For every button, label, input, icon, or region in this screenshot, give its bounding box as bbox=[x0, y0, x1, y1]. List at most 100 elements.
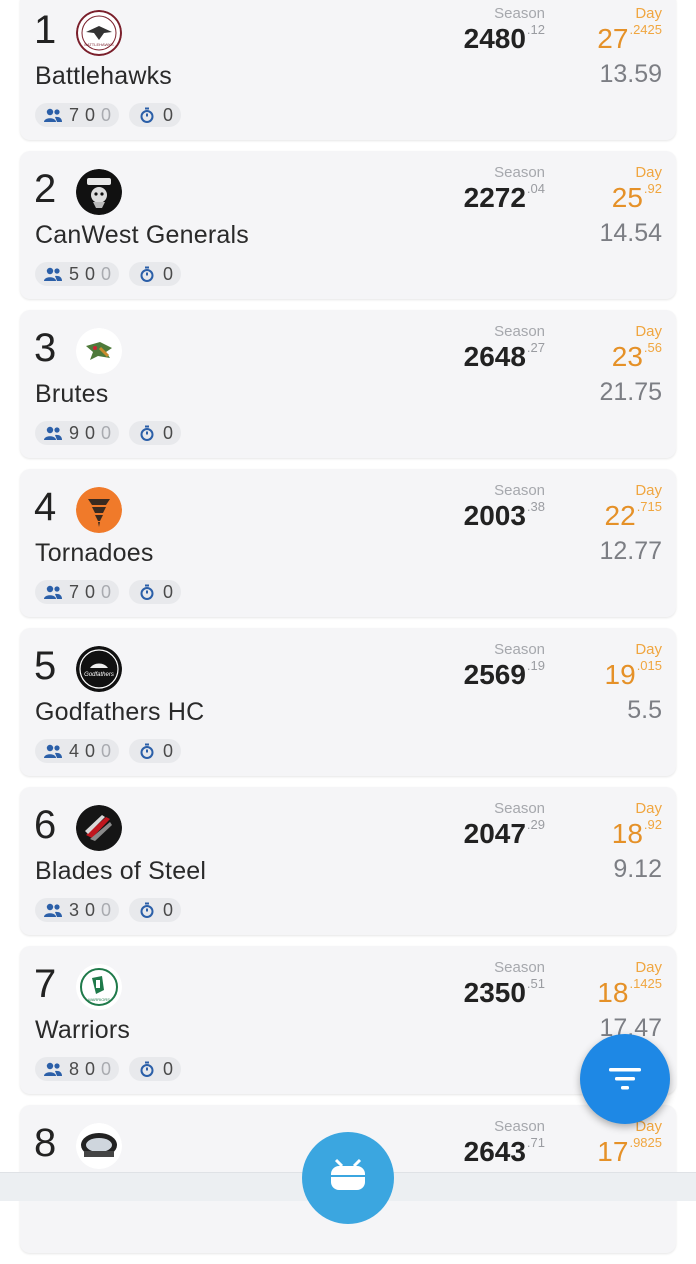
rank: 8 bbox=[34, 1121, 57, 1165]
timer-pill: 0 bbox=[129, 1057, 182, 1081]
day-score: 18.92 bbox=[611, 817, 662, 849]
roster-count-b: 0 bbox=[85, 581, 96, 602]
day-label: Day bbox=[635, 323, 662, 340]
average-score: 5.5 bbox=[627, 696, 662, 724]
filter-icon bbox=[609, 1068, 641, 1090]
roster-count-b: 0 bbox=[85, 899, 96, 920]
stopwatch-icon bbox=[140, 1061, 154, 1077]
blades-of-steel-logo-icon bbox=[76, 805, 122, 851]
timer-count: 0 bbox=[163, 899, 174, 920]
season-score: 2047.29 bbox=[463, 817, 545, 849]
roster-count-c: 0 bbox=[101, 581, 112, 602]
team-card[interactable]: 4 Tornadoes 700 0 Season 2003.38 Day 22.… bbox=[20, 469, 676, 617]
stopwatch-icon bbox=[140, 743, 154, 759]
average-score: 14.54 bbox=[599, 219, 662, 247]
team-name: Tornadoes bbox=[35, 539, 154, 567]
team-name: Warriors bbox=[35, 1016, 131, 1044]
team-card[interactable]: 7 WARRIORS Warriors 800 0 Season 2350.51… bbox=[20, 946, 676, 1094]
roster-count-c: 0 bbox=[101, 104, 112, 125]
roster-count-a: 8 bbox=[69, 1058, 80, 1079]
roster-count-b: 0 bbox=[85, 422, 96, 443]
filter-button[interactable] bbox=[580, 1034, 670, 1124]
users-icon bbox=[44, 426, 62, 440]
average-score: 9.12 bbox=[613, 855, 662, 883]
season-label: Season bbox=[494, 959, 545, 976]
rink-nav-button[interactable] bbox=[302, 1132, 394, 1224]
rank: 6 bbox=[34, 803, 57, 847]
day-score: 22.715 bbox=[604, 499, 662, 531]
brutes-logo-icon bbox=[76, 328, 122, 374]
roster-pill: 800 bbox=[35, 1057, 120, 1081]
season-label: Season bbox=[494, 323, 545, 340]
day-label: Day bbox=[635, 800, 662, 817]
users-icon bbox=[44, 744, 62, 758]
day-score: 17.9825 bbox=[597, 1135, 662, 1167]
roster-pill: 500 bbox=[35, 262, 120, 286]
roster-count-c: 0 bbox=[101, 422, 112, 443]
rank: 1 bbox=[34, 8, 57, 52]
season-label: Season bbox=[494, 641, 545, 658]
timer-pill: 0 bbox=[129, 898, 182, 922]
users-icon bbox=[44, 267, 62, 281]
rank: 3 bbox=[34, 326, 57, 370]
roster-pill: 700 bbox=[35, 580, 120, 604]
season-score: 2480.12 bbox=[463, 22, 545, 54]
stopwatch-icon bbox=[140, 107, 154, 123]
season-label: Season bbox=[494, 5, 545, 22]
team-name: Battlehawks bbox=[35, 62, 172, 90]
season-label: Season bbox=[494, 482, 545, 499]
season-score: 2003.38 bbox=[463, 499, 545, 531]
roster-pill: 400 bbox=[35, 739, 120, 763]
godfathers-logo-icon: Godfathers bbox=[76, 646, 122, 692]
season-score: 2648.27 bbox=[463, 340, 545, 372]
rank: 4 bbox=[34, 485, 57, 529]
roster-count-b: 0 bbox=[85, 740, 96, 761]
roster-pill: 300 bbox=[35, 898, 120, 922]
team-name: Blades of Steel bbox=[35, 857, 207, 885]
timer-pill: 0 bbox=[129, 421, 182, 445]
day-score: 25.92 bbox=[611, 181, 662, 213]
roster-pill: 900 bbox=[35, 421, 120, 445]
warriors-logo-icon: WARRIORS bbox=[76, 964, 122, 1010]
day-label: Day bbox=[635, 5, 662, 22]
hockey-rink-icon bbox=[331, 1158, 365, 1190]
team-card[interactable]: 5 Godfathers Godfathers HC 400 0 Season … bbox=[20, 628, 676, 776]
roster-count-a: 5 bbox=[69, 263, 80, 284]
timer-count: 0 bbox=[163, 1058, 174, 1079]
users-icon bbox=[44, 903, 62, 917]
roster-count-c: 0 bbox=[101, 1058, 112, 1079]
season-label: Season bbox=[494, 1118, 545, 1135]
average-score: 12.77 bbox=[599, 537, 662, 565]
svg-text:Godfathers: Godfathers bbox=[84, 672, 114, 678]
timer-pill: 0 bbox=[129, 739, 182, 763]
timer-count: 0 bbox=[163, 581, 174, 602]
roster-count-a: 7 bbox=[69, 104, 80, 125]
stopwatch-icon bbox=[140, 584, 154, 600]
svg-text:BATTLEHAWKS: BATTLEHAWKS bbox=[84, 42, 114, 47]
timer-count: 0 bbox=[163, 422, 174, 443]
rank: 7 bbox=[34, 962, 57, 1006]
season-score: 2272.04 bbox=[463, 181, 545, 213]
timer-pill: 0 bbox=[129, 103, 182, 127]
day-score: 27.2425 bbox=[597, 22, 662, 54]
stopwatch-icon bbox=[140, 425, 154, 441]
season-label: Season bbox=[494, 164, 545, 181]
roster-count-a: 7 bbox=[69, 581, 80, 602]
team-card[interactable]: 1 BATTLEHAWKS Battlehawks 700 0 Season 2… bbox=[20, 0, 676, 140]
users-icon bbox=[44, 108, 62, 122]
roster-count-c: 0 bbox=[101, 740, 112, 761]
day-score: 18.1425 bbox=[597, 976, 662, 1008]
average-score: 21.75 bbox=[599, 378, 662, 406]
roster-count-c: 0 bbox=[101, 899, 112, 920]
average-score: 13.59 bbox=[599, 60, 662, 88]
team-name: Godfathers HC bbox=[35, 698, 205, 726]
tornadoes-logo-icon bbox=[76, 487, 122, 533]
timer-pill: 0 bbox=[129, 262, 182, 286]
rank: 5 bbox=[34, 644, 57, 688]
day-label: Day bbox=[635, 641, 662, 658]
team-card[interactable]: 6 Blades of Steel 300 0 Season 2047.29 D… bbox=[20, 787, 676, 935]
roster-count-b: 0 bbox=[85, 1058, 96, 1079]
day-label: Day bbox=[635, 959, 662, 976]
team-card[interactable]: 3 Brutes 900 0 Season 2648.27 Day 23.56 … bbox=[20, 310, 676, 458]
team-card[interactable]: 2 CanWest Generals 500 0 Season 2272.04 … bbox=[20, 151, 676, 299]
